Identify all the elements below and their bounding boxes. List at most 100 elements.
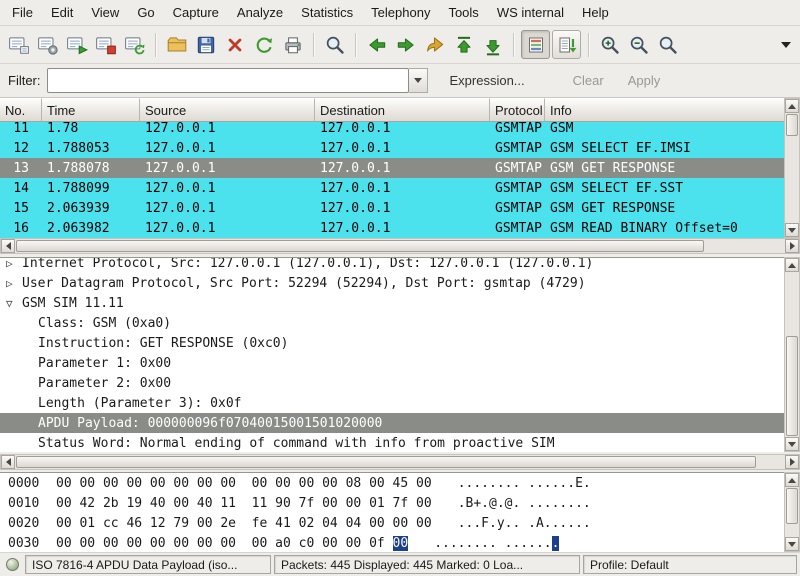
hex-bytes[interactable]: 00 42 2b 19 40 00 40 11 11 90 7f 00 00 0… xyxy=(56,496,432,511)
close-file-button[interactable] xyxy=(220,30,249,59)
hex-bytes[interactable]: 00 01 cc 46 12 79 00 2e fe 41 02 04 04 0… xyxy=(56,516,432,531)
menu-capture[interactable]: Capture xyxy=(164,0,228,25)
column-header-destination[interactable]: Destination xyxy=(315,98,490,122)
expert-info-icon[interactable] xyxy=(6,558,19,571)
detail-row-apdu-payload-selected[interactable]: APDU Payload: 000000096f0704001500150102… xyxy=(0,413,784,433)
packet-list-hscrollbar[interactable] xyxy=(0,238,800,254)
expander-icon[interactable]: ▽ xyxy=(6,297,22,310)
capture-restart-button[interactable] xyxy=(120,30,149,59)
packet-row-13-selected[interactable]: 13 1.788078 127.0.0.1 127.0.0.1 GSMTAP G… xyxy=(0,158,784,178)
menu-analyze[interactable]: Analyze xyxy=(228,0,292,25)
scroll-right-button[interactable] xyxy=(785,455,799,469)
menu-go[interactable]: Go xyxy=(128,0,163,25)
column-header-no[interactable]: No. xyxy=(0,98,42,122)
save-file-button[interactable] xyxy=(191,30,220,59)
hex-row-0020[interactable]: 0020 00 01 cc 46 12 79 00 2e fe 41 02 04… xyxy=(0,513,784,533)
scroll-left-button[interactable] xyxy=(1,455,15,469)
hex-ascii[interactable]: ...F.y.. .A...... xyxy=(458,516,591,531)
packet-list-vscrollbar[interactable] xyxy=(784,98,800,238)
scroll-thumb[interactable] xyxy=(16,240,704,252)
scroll-thumb[interactable] xyxy=(786,336,798,436)
zoom-in-button[interactable] xyxy=(595,30,624,59)
packet-row-15[interactable]: 15 2.063939 127.0.0.1 127.0.0.1 GSMTAP G… xyxy=(0,198,784,218)
apply-button[interactable]: Apply xyxy=(618,73,671,88)
capture-options-button[interactable] xyxy=(33,30,62,59)
detail-row-status-word[interactable]: Status Word: Normal ending of command wi… xyxy=(0,433,784,452)
menu-help[interactable]: Help xyxy=(573,0,618,25)
menu-statistics[interactable]: Statistics xyxy=(292,0,362,25)
go-back-button[interactable] xyxy=(362,30,391,59)
hex-bytes[interactable]: 00 00 00 00 00 00 00 00 00 00 00 00 08 0… xyxy=(56,476,432,491)
colorize-icon xyxy=(526,35,546,55)
detail-row-class[interactable]: Class: GSM (0xa0) xyxy=(0,313,784,333)
scroll-thumb[interactable] xyxy=(16,456,756,468)
hex-ascii[interactable]: .B+.@.@. ........ xyxy=(458,496,591,511)
go-to-packet-button[interactable] xyxy=(420,30,449,59)
open-file-button[interactable] xyxy=(162,30,191,59)
filter-label-button[interactable]: Filter: xyxy=(6,73,47,88)
packet-row-11[interactable]: 11 1.78 127.0.0.1 127.0.0.1 GSMTAP GSM xyxy=(0,122,784,138)
detail-row-parameter-2[interactable]: Parameter 2: 0x00 xyxy=(0,373,784,393)
filter-dropdown-button[interactable] xyxy=(409,68,428,93)
menu-view[interactable]: View xyxy=(82,0,128,25)
go-bottom-button[interactable] xyxy=(478,30,507,59)
clear-button[interactable]: Clear xyxy=(563,73,614,88)
expander-icon[interactable]: ▷ xyxy=(6,257,22,270)
hex-row-0010[interactable]: 0010 00 42 2b 19 40 00 40 11 11 90 7f 00… xyxy=(0,493,784,513)
menu-file[interactable]: File xyxy=(3,0,42,25)
detail-row-udp[interactable]: ▷ User Datagram Protocol, Src Port: 5229… xyxy=(0,273,784,293)
detail-pane-vscrollbar[interactable] xyxy=(784,257,800,452)
print-button[interactable] xyxy=(278,30,307,59)
go-forward-button[interactable] xyxy=(391,30,420,59)
go-top-button[interactable] xyxy=(449,30,478,59)
scroll-left-button[interactable] xyxy=(1,239,15,253)
expression-button[interactable]: Expression... xyxy=(440,73,535,88)
scroll-thumb[interactable] xyxy=(786,114,798,136)
scroll-right-button[interactable] xyxy=(785,239,799,253)
reload-button[interactable] xyxy=(249,30,278,59)
packet-row-12[interactable]: 12 1.788053 127.0.0.1 127.0.0.1 GSMTAP G… xyxy=(0,138,784,158)
toolbar-overflow-button[interactable] xyxy=(776,30,796,59)
hex-row-0030[interactable]: 0030 00 00 00 00 00 00 00 00 00 a0 c0 00… xyxy=(0,533,784,552)
zoom-100-button[interactable] xyxy=(653,30,682,59)
hex-row-0000[interactable]: 0000 00 00 00 00 00 00 00 00 00 00 00 00… xyxy=(0,473,784,493)
filter-input[interactable] xyxy=(47,68,409,93)
column-header-protocol[interactable]: Protocol xyxy=(490,98,545,122)
detail-pane-hscrollbar[interactable] xyxy=(0,454,800,470)
scroll-up-button[interactable] xyxy=(785,473,799,487)
detail-row-parameter-1[interactable]: Parameter 1: 0x00 xyxy=(0,353,784,373)
scroll-thumb[interactable] xyxy=(786,488,798,524)
list-interfaces-button[interactable] xyxy=(4,30,33,59)
cell-no: 11 xyxy=(0,122,42,136)
column-header-time[interactable]: Time xyxy=(42,98,140,122)
detail-row-ip[interactable]: ▷ Internet Protocol, Src: 127.0.0.1 (127… xyxy=(0,257,784,273)
scroll-up-button[interactable] xyxy=(785,258,799,272)
packet-row-14[interactable]: 14 1.788099 127.0.0.1 127.0.0.1 GSMTAP G… xyxy=(0,178,784,198)
capture-stop-button[interactable] xyxy=(91,30,120,59)
menu-telephony[interactable]: Telephony xyxy=(362,0,439,25)
detail-row-instruction[interactable]: Instruction: GET RESPONSE (0xc0) xyxy=(0,333,784,353)
find-packet-button[interactable] xyxy=(320,30,349,59)
detail-row-gsm-sim[interactable]: ▽ GSM SIM 11.11 xyxy=(0,293,784,313)
column-header-source[interactable]: Source xyxy=(140,98,315,122)
colorize-toggle-button[interactable] xyxy=(521,30,550,59)
detail-row-length[interactable]: Length (Parameter 3): 0x0f xyxy=(0,393,784,413)
scroll-up-button[interactable] xyxy=(785,99,799,113)
packet-row-16[interactable]: 16 2.063982 127.0.0.1 127.0.0.1 GSMTAP G… xyxy=(0,218,784,238)
hex-bytes[interactable]: 00 00 00 00 00 00 00 00 00 a0 c0 00 00 0… xyxy=(56,536,408,551)
scroll-down-button[interactable] xyxy=(785,223,799,237)
scroll-down-button[interactable] xyxy=(785,437,799,451)
menu-ws-internal[interactable]: WS internal xyxy=(488,0,573,25)
status-profile[interactable]: Profile: Default xyxy=(583,555,797,574)
scroll-down-button[interactable] xyxy=(785,537,799,551)
hex-ascii[interactable]: ........ ......E. xyxy=(458,476,591,491)
column-header-info[interactable]: Info xyxy=(545,98,784,122)
hex-pane-vscrollbar[interactable] xyxy=(784,472,800,552)
expander-icon[interactable]: ▷ xyxy=(6,277,22,290)
menu-tools[interactable]: Tools xyxy=(439,0,487,25)
menu-edit[interactable]: Edit xyxy=(42,0,82,25)
hex-ascii[interactable]: ........ ....... xyxy=(434,536,559,551)
auto-scroll-toggle-button[interactable] xyxy=(552,30,581,59)
zoom-out-button[interactable] xyxy=(624,30,653,59)
capture-start-button[interactable] xyxy=(62,30,91,59)
